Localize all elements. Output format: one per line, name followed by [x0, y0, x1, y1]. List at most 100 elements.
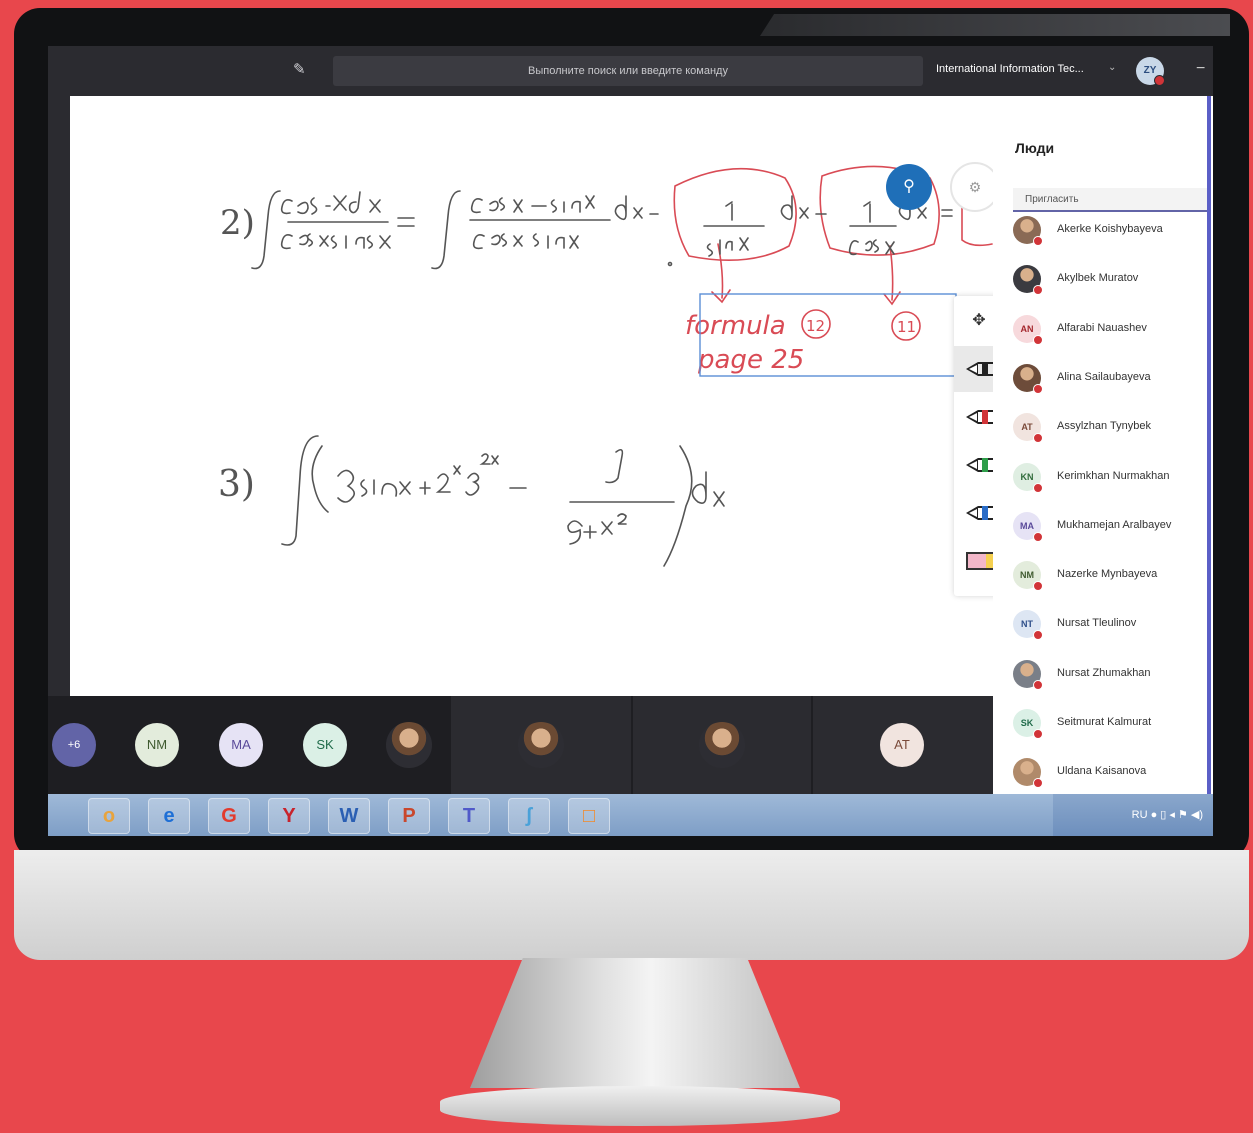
person-avatar: AT: [1013, 413, 1043, 444]
screen-glare: [760, 14, 1230, 36]
user-avatar[interactable]: ZY: [1136, 57, 1165, 86]
windows-taskbar: o e G Y W P Tʃ □ RU ● ▯ ◂ ⚑ ◀): [48, 794, 1213, 836]
person-initials: AT: [1021, 422, 1033, 433]
person-photo: [1013, 216, 1043, 246]
person-row[interactable]: Akylbek Muratov: [1013, 259, 1213, 299]
monitor-stand-base: [440, 1086, 840, 1126]
participant-avatar[interactable]: MA: [219, 723, 263, 767]
status-dot: [1033, 581, 1043, 592]
person-avatar: NM: [1013, 561, 1043, 592]
video-tile[interactable]: [633, 696, 811, 794]
teams-icon[interactable]: T: [448, 798, 490, 834]
person-row[interactable]: AN Alfarabi Nauashev: [1013, 309, 1213, 349]
status-dot: [1033, 383, 1043, 394]
app-icon[interactable]: □: [568, 798, 610, 834]
monitor-chin: [14, 850, 1249, 960]
title-bar: ✎ Выполните поиск или введите команду In…: [48, 46, 1213, 96]
person-photo: [1013, 363, 1043, 394]
person-initials: KN: [1020, 471, 1034, 482]
person-initials: MA: [1020, 520, 1034, 531]
teams-window: ✎ Выполните поиск или введите команду In…: [48, 46, 1213, 836]
participant-avatar[interactable]: NM: [135, 723, 179, 767]
participant-avatar[interactable]: SK: [303, 723, 347, 767]
status-dot: [1033, 778, 1043, 789]
svg-text:page 25: page 25: [697, 345, 804, 375]
video-tile[interactable]: [451, 696, 631, 794]
person-row[interactable]: NT Nursat Tleulinov: [1013, 604, 1213, 644]
person-row[interactable]: Nursat Zhumakhan: [1013, 654, 1213, 694]
person-name: Nursat Zhumakhan: [1057, 666, 1151, 679]
person-name: Alina Sailaubayeva: [1057, 370, 1151, 383]
person-avatar: MA: [1013, 511, 1043, 542]
invite-input[interactable]: Пригласить: [1013, 188, 1209, 212]
status-dot: [1033, 285, 1043, 296]
svg-text:11: 11: [897, 318, 916, 336]
problem-3-number: 3): [218, 464, 255, 505]
language-indicator: RU: [1131, 809, 1148, 821]
participants-fab[interactable]: ⚲: [886, 164, 932, 210]
gear-icon: ⚙: [968, 179, 982, 195]
word-icon[interactable]: W: [328, 798, 370, 834]
integral-sign: [251, 190, 281, 270]
participant-photo: [699, 722, 745, 768]
scrollbar[interactable]: [1207, 96, 1211, 836]
media-player-icon[interactable]: o: [88, 798, 130, 834]
svg-text:12: 12: [806, 317, 825, 335]
status-dot: [1033, 679, 1043, 690]
person-row[interactable]: MA Mukhamejan Aralbayev: [1013, 506, 1213, 546]
more-participants-button[interactable]: +6: [52, 723, 96, 767]
participants-strip: +6 NM MA SK AT: [48, 696, 993, 794]
panel-title: Люди: [1015, 140, 1055, 156]
person-initials: SK: [1020, 718, 1034, 728]
chevron-down-icon[interactable]: ⌄: [1108, 62, 1116, 73]
status-dot: [1033, 236, 1043, 246]
person-name: Kerimkhan Nurmakhan: [1057, 469, 1170, 482]
minimize-button[interactable]: −: [1196, 60, 1205, 78]
whiteboard-canvas[interactable]: 2) formula 12 11 page 25 3) ⚲ ⚙ ✥: [70, 96, 1004, 696]
person-avatar: AN: [1013, 314, 1043, 345]
person-name: Akerke Koishybayeva: [1057, 223, 1163, 235]
person-name: Nazerke Mynbayeva: [1057, 568, 1158, 581]
person-name: Nursat Tleulinov: [1057, 617, 1137, 630]
person-name: Mukhamejan Aralbayev: [1057, 518, 1172, 531]
person-row[interactable]: AT Assylzhan Tynybek: [1013, 407, 1213, 447]
yandex-icon[interactable]: Y: [268, 798, 310, 834]
person-name: Assylzhan Tynybek: [1057, 420, 1151, 433]
circled-term-1: [673, 167, 797, 262]
person-row[interactable]: KN Kerimkhan Nurmakhan: [1013, 457, 1213, 497]
chrome-icon[interactable]: G: [208, 798, 250, 834]
status-dot: [1033, 433, 1043, 444]
arrow-down: [711, 243, 731, 304]
video-tile[interactable]: AT: [813, 696, 993, 794]
person-initials: NM: [1020, 570, 1034, 581]
status-dot: [1033, 729, 1043, 739]
person-row[interactable]: NM Nazerke Mynbayeva: [1013, 555, 1213, 595]
person-row[interactable]: Akerke Koishybayeva: [1013, 210, 1213, 250]
participant-avatar: AT: [880, 723, 924, 767]
people-panel: Люди Пригласить Akerke Koishybayeva Akylb…: [993, 96, 1213, 836]
powerpoint-icon[interactable]: P: [388, 798, 430, 834]
person-avatar: NT: [1013, 610, 1043, 641]
status-dot: [1033, 531, 1043, 542]
person-row[interactable]: Alina Sailaubayeva: [1013, 358, 1213, 398]
ie-icon[interactable]: e: [148, 798, 190, 834]
status-dot: [1033, 630, 1043, 641]
person-avatar: KN: [1013, 462, 1043, 493]
participant-photo[interactable]: [386, 722, 432, 768]
person-row[interactable]: SK Seitmurat Kalmurat: [1013, 703, 1213, 743]
person-icon: ⚲: [903, 178, 915, 195]
left-rail: [48, 96, 70, 696]
person-name: Akylbek Muratov: [1057, 272, 1139, 285]
search-input[interactable]: Выполните поиск или введите команду: [333, 56, 923, 86]
participant-photo: [518, 722, 564, 768]
status-dot: [1033, 334, 1043, 345]
organization-selector[interactable]: International Information Tec...: [936, 63, 1084, 75]
person-name: Alfarabi Nauashev: [1057, 321, 1147, 334]
status-dot: [1033, 482, 1043, 493]
person-row[interactable]: Uldana Kaisanova: [1013, 752, 1213, 792]
paint-icon[interactable]: ʃ: [508, 798, 550, 834]
system-tray[interactable]: RU ● ▯ ◂ ⚑ ◀): [1053, 794, 1213, 836]
status-dot: [1154, 75, 1165, 86]
handwriting-layer: 2) formula 12 11 page 25 3): [218, 165, 993, 567]
compose-icon[interactable]: ✎: [293, 62, 309, 78]
